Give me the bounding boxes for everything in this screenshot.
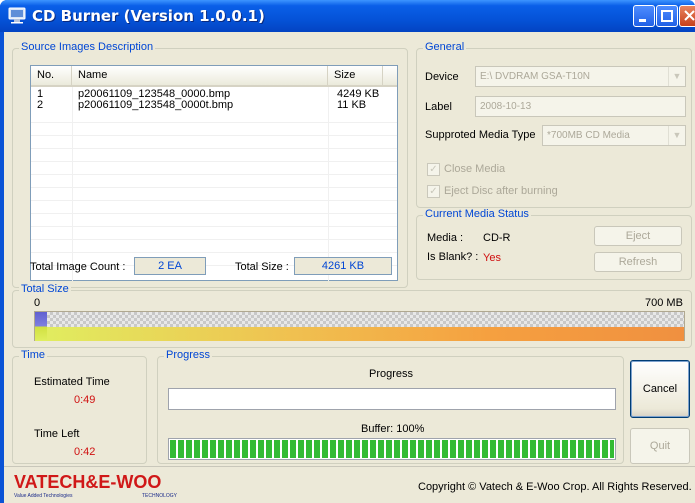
progress-label: Progress [369, 368, 414, 380]
grid-line [31, 174, 397, 175]
column-no[interactable]: No. [31, 66, 72, 85]
client-area: Source Images Description No. Name Size … [4, 32, 695, 503]
time-group-label: Time [19, 349, 48, 361]
cancel-button[interactable]: Cancel [630, 360, 690, 418]
total-size-label: Total Size : [235, 261, 289, 273]
minimize-icon [639, 19, 646, 22]
row-name: p20061109_123548_0000t.bmp [78, 99, 234, 111]
media-type-value: *700MB CD Media [547, 130, 630, 141]
estimated-time-value: 0:49 [74, 394, 96, 406]
total-count-value: 2 EA [134, 257, 206, 275]
table-row[interactable]: 2 p20061109_123548_0000t.bmp 11 KB [31, 100, 397, 111]
grid-line [31, 161, 397, 162]
row-no: 2 [37, 99, 44, 111]
label-value: 2008-10-13 [480, 101, 532, 112]
maximize-button[interactable] [656, 5, 678, 27]
grid-line [31, 122, 397, 123]
label-input[interactable]: 2008-10-13 [475, 96, 686, 117]
progress-group-label: Progress [164, 349, 213, 361]
label-label: Label [425, 101, 452, 113]
list-header: No. Name Size [31, 66, 397, 87]
logo-tagline: Value Added Technologies [14, 493, 73, 499]
total-size-min-label: 0 [34, 297, 41, 309]
logo-sub: TECHNOLOGY [142, 493, 178, 499]
total-size-bar [34, 311, 685, 341]
close-button[interactable] [679, 5, 695, 27]
chevron-down-icon[interactable]: ▼ [668, 67, 685, 86]
grid-line [31, 148, 397, 149]
time-left-label: Time Left [34, 428, 80, 440]
grid-line [31, 135, 397, 136]
capacity-gradient [35, 327, 684, 341]
vatech-ewoo-logo: VATECH&E-WOO Value Added Technologies TE… [14, 472, 178, 499]
buffer-bar-fill [170, 440, 614, 458]
device-label: Device [425, 71, 459, 83]
grid-line [31, 239, 397, 240]
close-icon [684, 10, 695, 21]
grid-line [31, 187, 397, 188]
is-blank-value: Yes [483, 252, 501, 264]
row-size: 11 KB [337, 99, 367, 111]
buffer-bar [168, 438, 616, 460]
media-status-group-label: Current Media Status [423, 208, 531, 220]
logo-text: VATECH&E-WOO [14, 472, 161, 492]
media-label: Media : [427, 232, 464, 244]
column-size[interactable]: Size [328, 66, 383, 85]
general-group-label: General [423, 41, 467, 53]
total-size-max-label: 700 MB [645, 297, 683, 309]
window-title: CD Burner (Version 1.0.0.1) [32, 7, 265, 25]
total-size-value: 4261 KB [294, 257, 392, 275]
app-window: CD Burner (Version 1.0.0.1) Source Image… [0, 0, 695, 503]
grid-line [31, 226, 397, 227]
eject-after-burning-checkbox[interactable]: ✓ [427, 185, 440, 198]
media-value: CD-R [483, 232, 511, 244]
maximize-icon [661, 10, 673, 22]
total-count-label: Total Image Count : [30, 261, 126, 273]
grid-line [31, 252, 397, 253]
media-type-select[interactable]: *700MB CD Media ▼ [542, 125, 686, 146]
used-size-marker [35, 312, 47, 341]
title-bar[interactable]: CD Burner (Version 1.0.0.1) [0, 0, 695, 32]
chevron-down-icon[interactable]: ▼ [668, 126, 685, 145]
progress-bar [168, 388, 616, 410]
copyright-text: Copyright © Vatech & E-Woo Crop. All Rig… [418, 481, 692, 493]
device-select[interactable]: E:\ DVDRAM GSA-T10N ▼ [475, 66, 686, 87]
close-media-label: Close Media [444, 163, 506, 175]
capacity-track [35, 312, 684, 327]
total-size-group-label: Total Size [19, 283, 71, 295]
buffer-label: Buffer: 100% [361, 423, 425, 435]
close-media-checkbox[interactable]: ✓ [427, 163, 440, 176]
app-icon [8, 7, 26, 24]
eject-after-burning-label: Eject Disc after burning [444, 185, 558, 197]
grid-line [31, 200, 397, 201]
eject-button[interactable]: Eject [594, 226, 682, 246]
time-left-value: 0:42 [74, 446, 96, 458]
source-images-group-label: Source Images Description [19, 41, 156, 53]
media-type-label: Supproted Media Type [425, 129, 536, 141]
quit-button[interactable]: Quit [630, 428, 690, 464]
footer-divider [4, 466, 695, 467]
images-list[interactable]: No. Name Size 1 p20061109_123548_0000.bm… [30, 65, 398, 281]
minimize-button[interactable] [633, 5, 655, 27]
is-blank-label: Is Blank? : [427, 251, 479, 263]
device-value: E:\ DVDRAM GSA-T10N [480, 71, 591, 82]
refresh-button[interactable]: Refresh [594, 252, 682, 272]
grid-line [31, 213, 397, 214]
estimated-time-label: Estimated Time [34, 376, 110, 388]
column-name[interactable]: Name [72, 66, 328, 85]
